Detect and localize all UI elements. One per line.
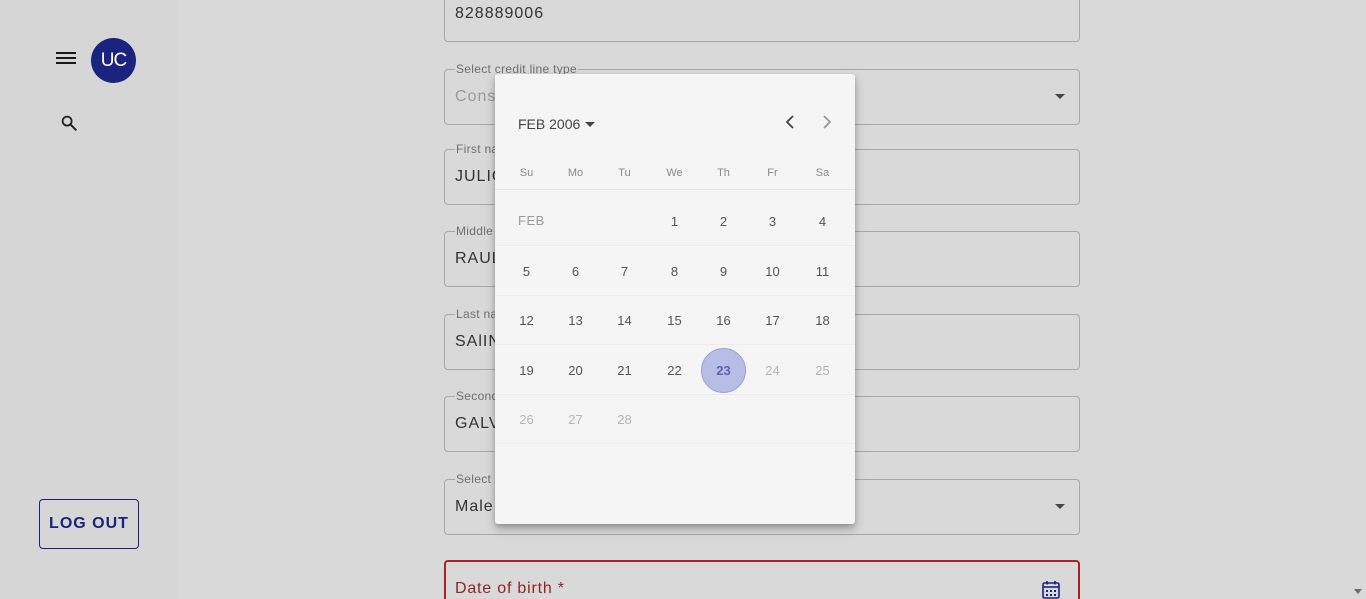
calendar-day: 28 [617,412,632,427]
chevron-down-icon [1055,504,1065,509]
calendar-day[interactable]: 4 [798,197,847,246]
calendar-day[interactable]: 22 [650,346,699,395]
gender-value: Male [455,498,494,515]
calendar-week-row: 26 27 28 [495,395,855,444]
calendar-day[interactable]: 6 [551,247,600,296]
calendar-day[interactable]: 8 [650,247,699,296]
calendar-day[interactable]: 16 [699,296,748,345]
logout-button[interactable]: LOG OUT [39,499,139,549]
previous-month-button[interactable] [780,112,800,132]
calendar-day[interactable]: 12 [502,296,551,345]
date-of-birth-label: Date of birth * [455,580,565,597]
calendar-day[interactable]: 11 [798,247,847,296]
calendar-day[interactable]: 17 [748,296,797,345]
calendar-day-selected[interactable]: 23 [699,346,748,395]
calendar-day[interactable]: 1 [650,197,699,246]
menu-icon[interactable] [56,50,76,68]
calendar-day[interactable]: 18 [798,296,847,345]
date-picker-popup: FEB 2006 Su Mo Tu We Th Fr Sa FEB 1 2 3 4 5 6 7… [495,74,855,524]
calendar-day[interactable]: 13 [551,296,600,345]
calendar-day: 25 [815,362,830,378]
calendar-day[interactable]: 3 [748,197,797,246]
month-year-selector[interactable]: FEB 2006 [518,116,596,132]
calendar-week-row: 19 20 21 22 23 24 25 [495,346,855,395]
calendar-icon[interactable] [1042,580,1060,599]
calendar-week-row: 12 13 14 15 16 17 18 [495,296,855,345]
calendar-day: 24 [765,362,780,378]
scrollbar[interactable] [1349,0,1366,599]
month-year-label: FEB 2006 [518,116,581,132]
calendar-day[interactable]: 14 [600,296,649,345]
chevron-down-icon [1055,94,1065,99]
scroll-down-icon[interactable] [1354,589,1362,594]
weekday-mo: Mo [567,167,584,179]
weekday-tu: Tu [618,167,631,179]
calendar-week-row: FEB 1 2 3 4 [495,197,855,246]
date-of-birth-field[interactable]: Date of birth * [444,560,1080,599]
calendar-day: 26 [519,412,534,427]
calendar-week-row: 5 6 7 8 9 10 11 [495,247,855,296]
sidebar: UC LOG OUT [0,0,178,599]
calendar-day[interactable]: 21 [600,346,649,395]
id-number-value: 828889006 [455,5,545,22]
weekday-th: Th [717,167,730,179]
weekday-su: Su [519,167,534,179]
calendar-day[interactable]: 5 [502,247,551,296]
calendar-day[interactable]: 19 [502,346,551,395]
calendar-month-label: FEB [518,213,545,228]
calendar-day[interactable]: 20 [551,346,600,395]
chevron-left-icon [785,115,794,129]
search-icon[interactable] [60,114,78,132]
avatar[interactable]: UC [91,38,136,83]
weekday-header: Su Mo Tu We Th Fr Sa [495,162,855,190]
chevron-right-icon [823,115,832,129]
calendar-day: 27 [568,412,583,427]
calendar-day[interactable]: 9 [699,247,748,296]
calendar-day[interactable]: 2 [699,197,748,246]
weekday-fr: Fr [767,167,778,179]
calendar-day[interactable]: 15 [650,296,699,345]
next-month-button[interactable] [817,112,837,132]
weekday-sa: Sa [815,167,830,179]
caret-down-icon [585,121,596,127]
weekday-we: We [666,167,683,179]
id-number-field[interactable]: 828889006 [444,0,1080,42]
calendar-day[interactable]: 7 [600,247,649,296]
calendar-day[interactable]: 10 [748,247,797,296]
